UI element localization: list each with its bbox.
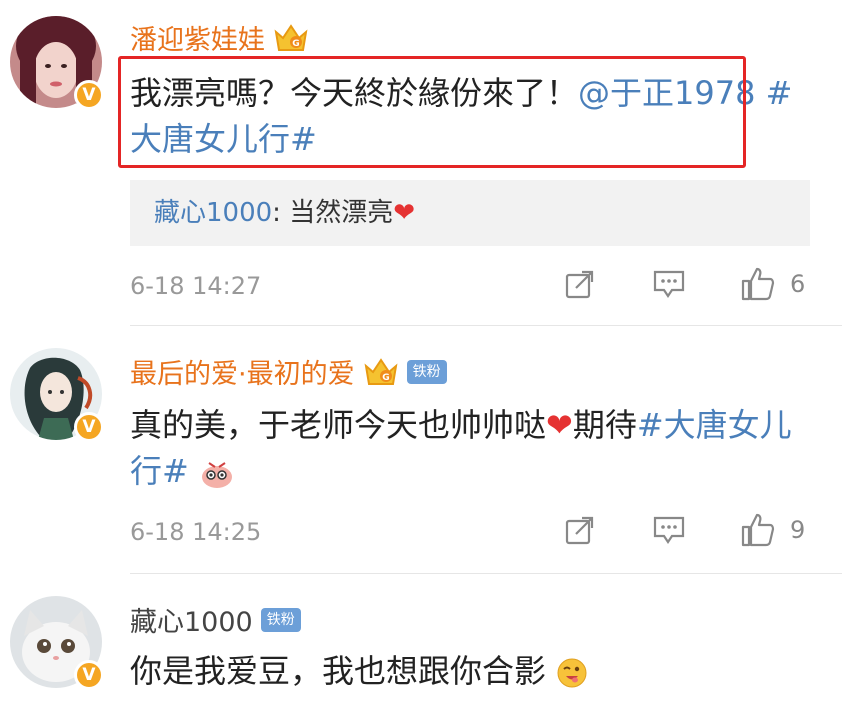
crown-icon: G [273,22,309,54]
like-button[interactable]: 6 [740,266,805,302]
comment-body: 真的美，于老师今天也帅帅哒 [130,406,547,444]
heart-icon: ❤ [546,406,573,444]
reply-preview[interactable]: 藏心1000: 当然漂亮❤ [130,180,810,246]
username[interactable]: 藏心1000 铁粉 [130,600,301,639]
comment-text: 你是我爱豆，我也想跟你合影 [130,648,820,694]
username-label[interactable]: 藏心1000 [130,600,253,639]
comment-3: V 藏心1000 铁粉 你是我爱豆，我也想跟你合影 [0,576,842,716]
username-label[interactable]: 潘迎紫娃娃 [130,18,265,57]
share-icon [565,516,594,545]
divider [130,573,842,574]
comment-2: V 最后的爱·最初的爱 G 铁粉 真的美，于老师今天也帅帅哒❤期待#大唐女儿行#… [0,326,842,576]
like-button[interactable]: 9 [740,512,805,548]
thumbs-up-icon [741,267,775,301]
comment-button[interactable] [652,514,686,546]
emoji-icon [199,457,235,489]
share-icon [565,270,594,299]
share-button[interactable] [564,268,596,300]
comment-body: 你是我爱豆，我也想跟你合影 [130,652,547,690]
timestamp: 6-18 14:27 [130,272,262,300]
reply-separator: : [272,198,290,228]
avatar[interactable]: V [10,596,104,690]
verified-icon: V [74,80,104,110]
share-button[interactable] [564,514,596,546]
comment-icon [653,516,685,544]
fan-badge: 铁粉 [406,359,447,384]
comment-button[interactable] [652,268,686,300]
comment-body-2: 期待 [572,406,637,444]
username-label[interactable]: 最后的爱·最初的爱 [130,352,355,391]
crown-icon: G [363,356,399,388]
highlight-box [118,56,746,168]
wink-emoji-icon [556,657,588,689]
reply-username[interactable]: 藏心1000 [154,198,272,228]
svg-text:G: G [292,39,299,49]
reply-text: 当然漂亮 [289,198,394,228]
avatar[interactable]: V [10,16,104,110]
comment-1: V 潘迎紫娃娃 G 我漂亮嗎？今天終於緣份來了！@于正1978 #大唐女儿行# … [0,0,842,326]
like-count: 6 [790,270,806,298]
comment-text: 真的美，于老师今天也帅帅哒❤期待#大唐女儿行# [130,402,820,494]
timestamp: 6-18 14:25 [130,518,262,546]
fan-badge: 铁粉 [260,607,301,632]
comment-icon [653,270,685,298]
verified-icon: V [74,412,104,442]
username[interactable]: 潘迎紫娃娃 G [130,18,309,57]
like-count: 9 [790,516,806,544]
svg-text:G: G [382,373,389,383]
avatar[interactable]: V [10,348,104,442]
verified-icon: V [74,660,104,690]
heart-icon: ❤ [393,198,416,228]
username[interactable]: 最后的爱·最初的爱 G 铁粉 [130,352,447,391]
thumbs-up-icon [741,513,775,547]
